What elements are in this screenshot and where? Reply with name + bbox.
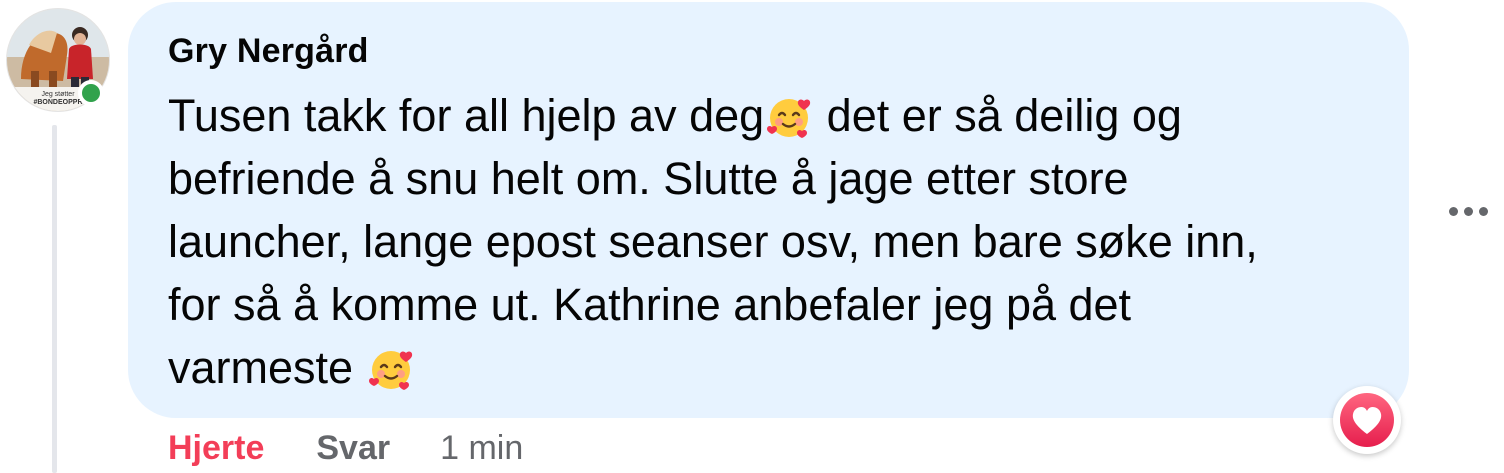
comment-text-segment: varmeste: [168, 342, 366, 393]
thread-connector-line: [52, 125, 57, 473]
comment-actions: Hjerte Svar 1 min: [168, 424, 523, 472]
comment-text-segment: launcher, lange epost seanser osv, men b…: [168, 216, 1258, 267]
comment-text-segment: befriende å snu helt om. Slutte å jage e…: [168, 153, 1129, 204]
comment-thread: Jeg støtter #BONDEOPPR Gry Nergård Tusen…: [0, 0, 1504, 473]
heart-icon: [1340, 393, 1394, 447]
more-options-button[interactable]: [1443, 196, 1493, 226]
comment-text-segment: det er så deilig og: [814, 90, 1182, 141]
comment-text-line: Tusen takk for all hjelp av deg det er s…: [168, 84, 1348, 147]
comment-text-line: befriende å snu helt om. Slutte å jage e…: [168, 147, 1348, 210]
smiling-face-with-hearts-icon: [368, 351, 412, 390]
comment-text-line: varmeste: [168, 336, 1348, 399]
comment-bubble: Gry Nergård Tusen takk for all hjelp av …: [128, 2, 1409, 418]
comment-author-name[interactable]: Gry Nergård: [168, 32, 369, 71]
comment-text-segment: for så å komme ut. Kathrine anbefaler je…: [168, 279, 1132, 330]
smiling-face-with-hearts-icon: [767, 99, 811, 138]
comment-text-line: launcher, lange epost seanser osv, men b…: [168, 210, 1348, 273]
more-options-icon: [1478, 206, 1488, 216]
reply-button[interactable]: Svar: [316, 429, 390, 468]
online-status-indicator: [78, 80, 104, 106]
more-options-icon: [1448, 206, 1458, 216]
comment-text-line: for så å komme ut. Kathrine anbefaler je…: [168, 273, 1348, 336]
heart-reaction-badge[interactable]: [1333, 386, 1401, 454]
comment-text-segment: Tusen takk for all hjelp av deg: [168, 90, 765, 141]
comment-text: Tusen takk for all hjelp av deg det er s…: [168, 84, 1348, 399]
more-options-icon: [1463, 206, 1473, 216]
comment-timestamp[interactable]: 1 min: [440, 429, 523, 468]
like-heart-button[interactable]: Hjerte: [168, 429, 264, 468]
